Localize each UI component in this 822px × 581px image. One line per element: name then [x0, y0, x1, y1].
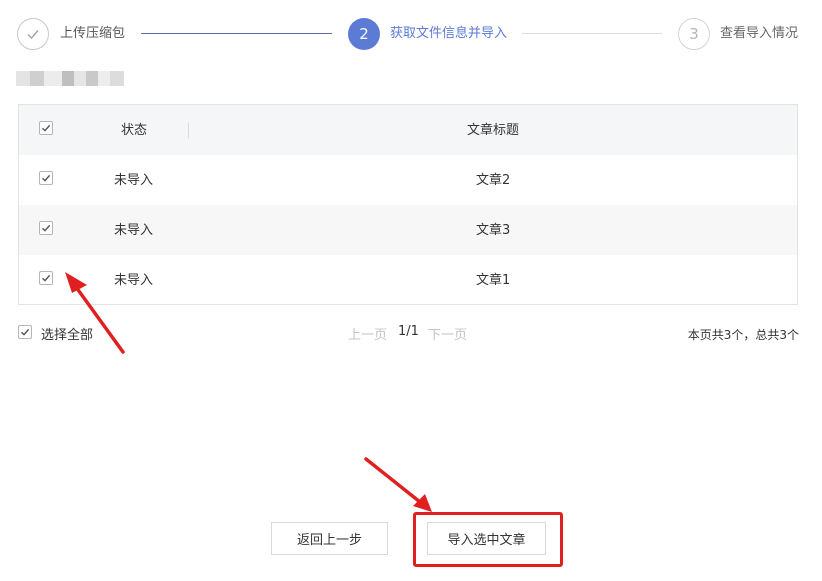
step-connector-1: [141, 33, 332, 34]
column-header-status: 状态: [121, 123, 148, 138]
step-1-label: 上传压缩包: [60, 26, 126, 41]
step-3-number: 3: [689, 25, 699, 43]
step-2-circle: 2: [348, 18, 380, 50]
step-connector-2: [522, 33, 662, 34]
check-icon: [27, 30, 39, 40]
redacted-filename: [16, 71, 124, 86]
back-button[interactable]: 返回上一步: [271, 522, 388, 555]
step-3-label: 查看导入情况: [720, 26, 799, 41]
row-checkbox[interactable]: [39, 171, 53, 185]
row-status: 未导入: [114, 173, 154, 188]
step-2-label: 获取文件信息并导入: [390, 26, 508, 41]
row-title: 文章1: [476, 273, 511, 288]
row-checkbox[interactable]: [39, 271, 53, 285]
row-status: 未导入: [114, 223, 154, 238]
checkbox-checked-icon: [42, 224, 51, 232]
prev-page-link[interactable]: 上一页: [348, 324, 387, 343]
row-title: 文章2: [476, 173, 511, 188]
page-indicator: 1/1: [398, 324, 419, 339]
select-all-label[interactable]: 选择全部: [41, 324, 93, 343]
table-header: 状态 文章标题: [19, 105, 797, 155]
page-count-info: 本页共3个，总共3个: [687, 328, 799, 342]
table-row[interactable]: 未导入 文章3: [19, 205, 797, 255]
table-row[interactable]: 未导入 文章2: [19, 155, 797, 205]
checkbox-checked-icon: [42, 274, 51, 282]
select-all-checkbox[interactable]: [18, 325, 32, 339]
highlight-box: [413, 512, 563, 567]
step-2-number: 2: [359, 25, 369, 43]
checkbox-checked-icon: [42, 124, 51, 132]
column-divider: [188, 122, 189, 138]
step-3-circle: 3: [678, 18, 710, 50]
row-status: 未导入: [114, 273, 154, 288]
table-row[interactable]: 未导入 文章1: [19, 255, 797, 305]
checkbox-checked-icon: [21, 328, 30, 336]
article-table: 状态 文章标题 未导入 文章2 未导入 文章3 未导入 文章1: [18, 104, 798, 305]
step-1-circle: [17, 18, 49, 50]
next-page-link[interactable]: 下一页: [428, 324, 467, 343]
column-header-title: 文章标题: [467, 123, 520, 138]
row-checkbox[interactable]: [39, 221, 53, 235]
header-checkbox[interactable]: [39, 121, 53, 135]
checkbox-checked-icon: [42, 174, 51, 182]
row-title: 文章3: [476, 223, 511, 238]
